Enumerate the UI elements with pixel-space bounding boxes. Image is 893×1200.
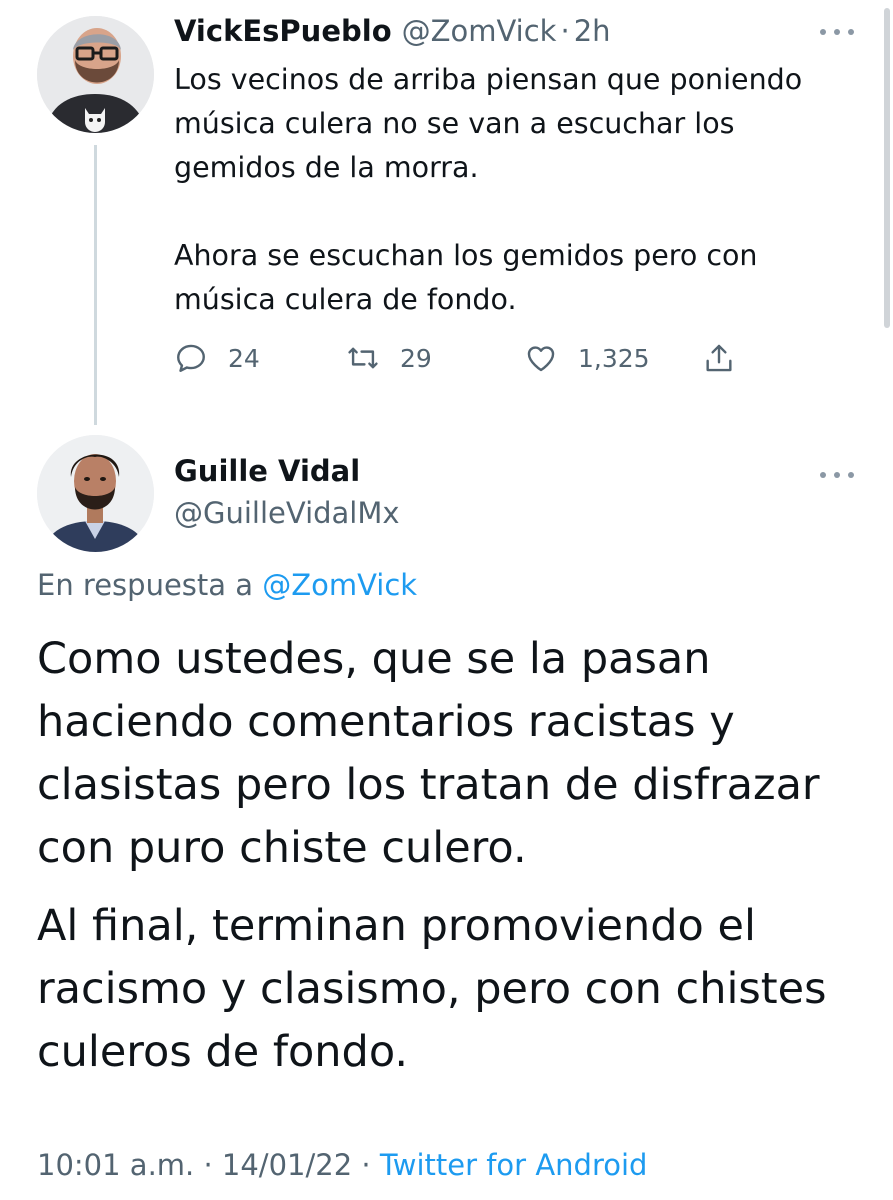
tweet-paragraph: Los vecinos de arriba piensan que ponien…: [174, 63, 803, 184]
like-count: 1,325: [578, 343, 650, 373]
reply-prefix: En respuesta a: [37, 568, 254, 602]
tweet-metadata: 10:01 a.m. · 14/01/22 · Twitter for Andr…: [37, 1148, 647, 1182]
scrollbar[interactable]: [884, 8, 890, 328]
like-button[interactable]: 1,325: [524, 336, 650, 380]
tweet-time[interactable]: 10:01 a.m.: [37, 1148, 194, 1182]
thread-line: [94, 145, 97, 425]
retweet-count: 29: [400, 343, 432, 373]
tweet1-text: Los vecinos de arriba piensan que ponien…: [174, 58, 864, 322]
tweet2-text: Como ustedes, que se la pasan haciendo c…: [37, 628, 867, 1084]
author-handle[interactable]: @GuilleVidalMx: [174, 496, 400, 530]
like-icon: [527, 346, 555, 372]
tweet1-header: VickEsPueblo @ZomVick · 2h: [174, 14, 611, 54]
author-name[interactable]: VickEsPueblo: [174, 14, 392, 48]
source-link[interactable]: Twitter for Android: [380, 1148, 648, 1182]
avatar-illustration: [37, 16, 154, 133]
tweet1-actions: 24 29 1,325: [174, 336, 754, 380]
avatar[interactable]: [37, 16, 154, 133]
share-button[interactable]: [702, 336, 736, 380]
tweet-date[interactable]: 14/01/22: [222, 1148, 352, 1182]
more-icon[interactable]: [820, 22, 854, 42]
reply-context: En respuesta a @ZomVick: [37, 568, 417, 602]
more-icon[interactable]: [820, 465, 854, 485]
tweet-time[interactable]: 2h: [574, 14, 611, 48]
tweet-paragraph: Al final, terminan promoviendo el racism…: [37, 901, 827, 1077]
tweet-paragraph: Como ustedes, que se la pasan haciendo c…: [37, 634, 820, 873]
tweet-paragraph: Ahora se escuchan los gemidos pero con m…: [174, 239, 758, 316]
reply-icon: [177, 344, 205, 372]
retweet-icon: [348, 347, 378, 369]
avatar[interactable]: [37, 435, 154, 552]
retweet-button[interactable]: 29: [346, 336, 432, 380]
separator-dot: ·: [203, 1148, 213, 1182]
separator-dot: ·: [361, 1148, 371, 1182]
separator-dot: ·: [560, 14, 570, 48]
author-name[interactable]: Guille Vidal: [174, 454, 360, 488]
avatar-photo: [37, 435, 154, 552]
reply-count: 24: [228, 343, 260, 373]
share-icon: [706, 344, 732, 372]
reply-button[interactable]: 24: [174, 336, 260, 380]
reply-mention-link[interactable]: @ZomVick: [262, 568, 417, 602]
author-handle[interactable]: @ZomVick: [402, 14, 557, 48]
